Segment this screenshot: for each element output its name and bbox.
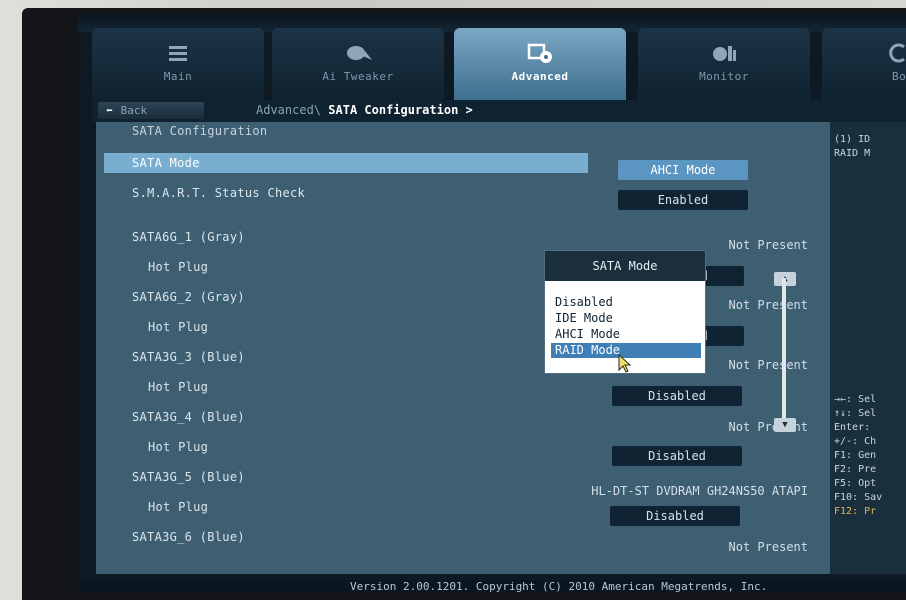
hotplug-value[interactable]: Disabled [610, 506, 740, 526]
sata-mode-label[interactable]: SATA Mode [132, 156, 200, 170]
port-status: Not Present [728, 420, 808, 434]
scrollbar[interactable] [782, 278, 786, 422]
back-arrow-icon: ⬅ [106, 104, 113, 117]
footer-text: Version 2.00.1201. Copyright (C) 2010 Am… [350, 580, 768, 593]
boot-icon [889, 43, 905, 63]
hotplug-label[interactable]: Hot Plug [148, 500, 208, 514]
chip-gear-icon [527, 43, 552, 63]
hotplug-value[interactable]: Disabled [612, 446, 742, 466]
list-icon [169, 46, 187, 61]
breadcrumb-parent: Advanced\ [256, 103, 322, 117]
port-status: Not Present [728, 540, 808, 554]
tab-bar: Main Ai Tweaker Advanced Monitor Bo [92, 28, 906, 104]
port-status: Not Present [728, 358, 808, 372]
port-label: SATA3G_6 (Blue) [132, 530, 245, 544]
tab-monitor-label: Monitor [699, 70, 749, 83]
port-label: SATA3G_3 (Blue) [132, 350, 245, 364]
tab-boot[interactable]: Bo [822, 28, 906, 100]
tab-main[interactable]: Main [92, 28, 264, 100]
back-button[interactable]: ⬅ Back [98, 102, 204, 119]
scroll-down-button[interactable]: ▼ [774, 418, 796, 432]
mouse-cursor-icon [618, 354, 632, 373]
port-status: Not Present [728, 298, 808, 312]
port-status: HL-DT-ST DVDRAM GH24NS50 ATAPI [591, 484, 808, 498]
option-ahci-mode[interactable]: AHCI Mode [551, 327, 701, 342]
breadcrumb-current: SATA Configuration > [328, 103, 473, 117]
key-hint: Enter: [834, 422, 871, 433]
help-text: (1) ID [834, 134, 871, 145]
option-ide-mode[interactable]: IDE Mode [551, 311, 701, 326]
hotplug-label[interactable]: Hot Plug [148, 320, 208, 334]
hotplug-value[interactable]: Disabled [612, 386, 742, 406]
key-hint: F5: Opt [834, 478, 877, 489]
fan-monitor-icon [713, 46, 736, 61]
breadcrumb-path: Advanced\ SATA Configuration > [256, 103, 473, 117]
dropdown-title: SATA Mode [545, 251, 705, 281]
port-label: SATA3G_5 (Blue) [132, 470, 245, 484]
key-hint: +/-: Ch [834, 436, 877, 447]
port-label: SATA6G_1 (Gray) [132, 230, 245, 244]
port-label: SATA3G_4 (Blue) [132, 410, 245, 424]
tab-monitor[interactable]: Monitor [638, 28, 810, 100]
port-label: SATA6G_2 (Gray) [132, 290, 245, 304]
hotplug-label[interactable]: Hot Plug [148, 380, 208, 394]
tab-main-label: Main [163, 70, 193, 83]
port-status: Not Present [728, 238, 808, 252]
tab-advanced[interactable]: Advanced [454, 28, 626, 100]
key-hint: F1: Gen [834, 450, 877, 461]
key-hint: F12: Pr [834, 506, 877, 517]
key-hint: F10: Sav [834, 492, 883, 503]
tab-advanced-label: Advanced [511, 70, 569, 83]
key-hint: ↑↓: Sel [834, 408, 877, 419]
smart-label[interactable]: S.M.A.R.T. Status Check [132, 186, 305, 200]
tab-ai-tweaker[interactable]: Ai Tweaker [272, 28, 444, 100]
key-hint: F2: Pre [834, 464, 877, 475]
hotplug-label[interactable]: Hot Plug [148, 440, 208, 454]
turbo-icon [347, 46, 372, 60]
section-title: SATA Configuration [132, 124, 268, 138]
tab-boot-label: Bo [892, 70, 906, 83]
help-text: RAID M [834, 148, 871, 159]
smart-value[interactable]: Enabled [618, 190, 748, 210]
tab-ai-tweaker-label: Ai Tweaker [322, 70, 394, 83]
breadcrumb: ⬅ Back Advanced\ SATA Configuration > [92, 100, 906, 122]
back-label: Back [120, 104, 148, 117]
hotplug-label[interactable]: Hot Plug [148, 260, 208, 274]
bios-screen: Main Ai Tweaker Advanced Monitor Bo ⬅ Ba… [78, 14, 906, 592]
option-disabled[interactable]: Disabled [551, 295, 701, 310]
sata-mode-value[interactable]: AHCI Mode [618, 160, 748, 180]
key-hint: →←: Sel [834, 394, 877, 405]
